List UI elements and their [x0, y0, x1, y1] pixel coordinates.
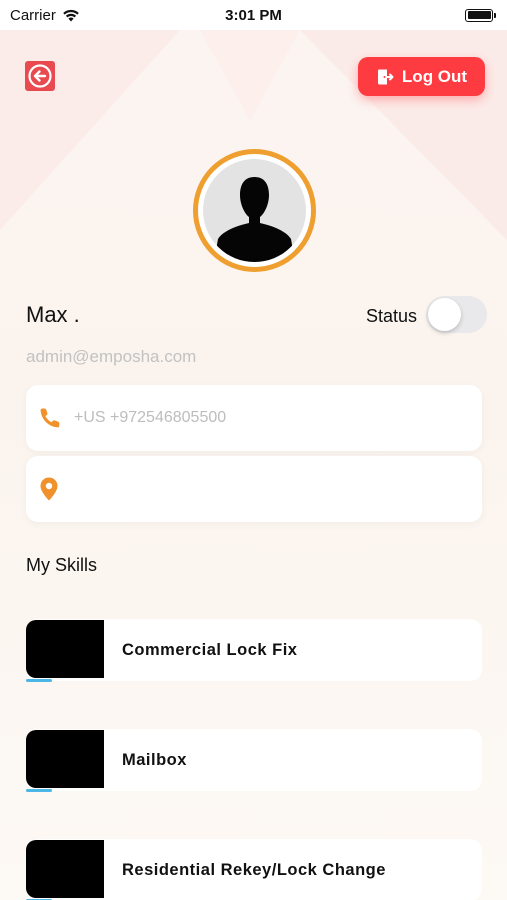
profile-name: Max . [26, 302, 80, 327]
list-item[interactable]: Residential Rekey/Lock Change [26, 839, 482, 900]
avatar-image [203, 159, 306, 262]
person-silhouette-icon [214, 177, 295, 262]
status-toggle[interactable] [426, 296, 487, 333]
logout-label: Log Out [401, 66, 468, 86]
skills-title: My Skills [26, 555, 97, 575]
location-field[interactable] [26, 456, 482, 522]
carrier-label: Carrier [10, 6, 56, 24]
skill-name: Mailbox [122, 750, 187, 769]
phone-icon [40, 408, 60, 428]
battery-icon [465, 8, 496, 22]
logout-button[interactable]: Log Out [358, 57, 485, 96]
phone-field[interactable]: +US +972546805500 [26, 385, 482, 451]
wifi-icon [63, 9, 79, 22]
avatar[interactable] [193, 149, 316, 272]
profile-email: admin@emposha.com [26, 347, 197, 366]
skill-name: Residential Rekey/Lock Change [122, 860, 386, 879]
status-toggle-knob [428, 298, 461, 331]
logout-door-icon [377, 69, 394, 84]
skill-thumbnail [26, 730, 104, 792]
list-item[interactable]: Commercial Lock Fix [26, 619, 482, 682]
status-label: Status [366, 306, 418, 326]
phone-value: +US +972546805500 [74, 409, 227, 426]
back-button[interactable] [25, 61, 55, 91]
arrow-left-icon [28, 64, 52, 88]
list-item[interactable]: Mailbox [26, 729, 482, 792]
skill-name: Commercial Lock Fix [122, 640, 298, 659]
skill-thumbnail [26, 840, 104, 900]
status-bar: Carrier 3:01 PM [0, 0, 507, 30]
location-pin-icon [40, 477, 58, 501]
skill-thumbnail [26, 620, 104, 682]
